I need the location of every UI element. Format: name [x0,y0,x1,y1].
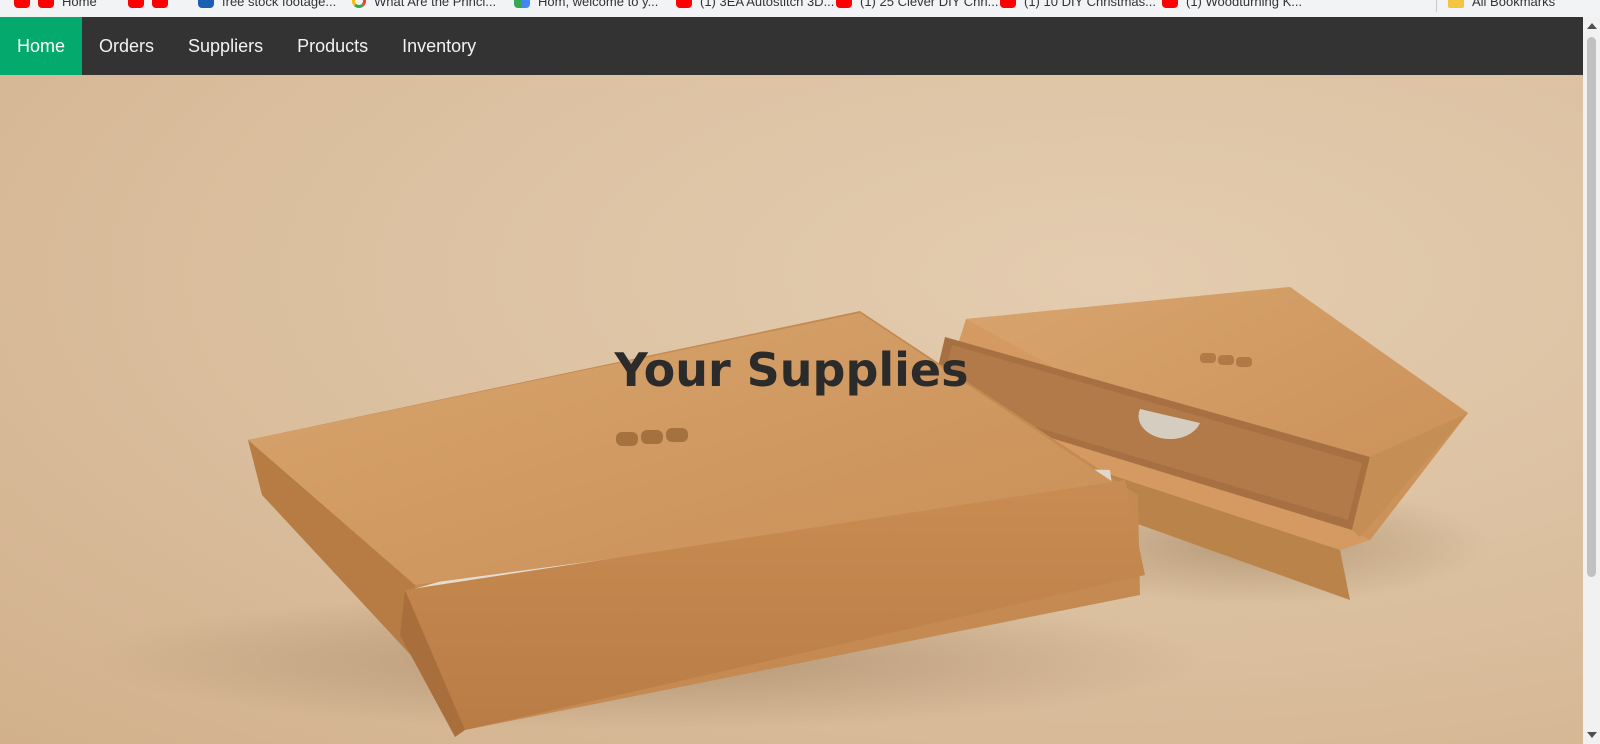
page-scrollbar[interactable] [1583,17,1600,744]
nav-inventory[interactable]: Inventory [385,17,493,75]
nav-suppliers[interactable]: Suppliers [171,17,280,75]
vimeo-icon [198,0,214,8]
bookmark-autostitch[interactable]: (1) 3EA Autostitch 3D... [676,0,834,11]
youtube-icon [836,0,852,8]
youtube-icon [152,0,168,8]
youtube-icon [128,0,144,8]
hero-title: Your Supplies [614,343,969,397]
youtube-icon [676,0,692,8]
youtube-icon [1162,0,1178,8]
kraft-box-image [90,287,1490,737]
top-navigation: Home Orders Suppliers Products Inventory [0,17,1583,75]
folder-icon [1448,0,1464,8]
google-icon [352,0,366,8]
youtube-icon [14,0,30,8]
bookmark-diy-christmas[interactable]: (1) 10 DIY Christmas... [1000,0,1156,11]
bookmark-clever-diy[interactable]: (1) 25 Clever DIY Chri... [836,0,998,11]
bookmark-youtube[interactable] [128,0,176,11]
bookmarks-bar: Home free stock footage... What Are the … [0,0,1600,18]
bookmark-what-are-the-princi[interactable]: What Are the Princi... [352,0,496,11]
page-viewport: Home Orders Suppliers Products Inventory [0,17,1583,744]
nav-home[interactable]: Home [0,17,83,75]
bookmark-woodturning[interactable]: (1) Woodturning K... [1162,0,1302,11]
bookmark-welcome[interactable]: Hom, welcome to y... [514,0,658,11]
scroll-up-arrow-icon[interactable] [1587,23,1597,29]
bookmark-home[interactable]: Home [14,0,97,11]
youtube-icon [1000,0,1016,8]
apps-icon [514,0,530,8]
nav-orders[interactable]: Orders [82,17,171,75]
nav-products[interactable]: Products [280,17,385,75]
all-bookmarks-button[interactable]: All Bookmarks [1448,0,1555,11]
bookmarks-divider [1436,0,1437,12]
scroll-down-arrow-icon[interactable] [1587,732,1597,738]
bookmark-free-stock-footage[interactable]: free stock footage... [198,0,336,11]
youtube-icon [38,0,54,8]
hero-banner: Your Supplies [0,75,1583,744]
scrollbar-thumb[interactable] [1587,37,1596,577]
